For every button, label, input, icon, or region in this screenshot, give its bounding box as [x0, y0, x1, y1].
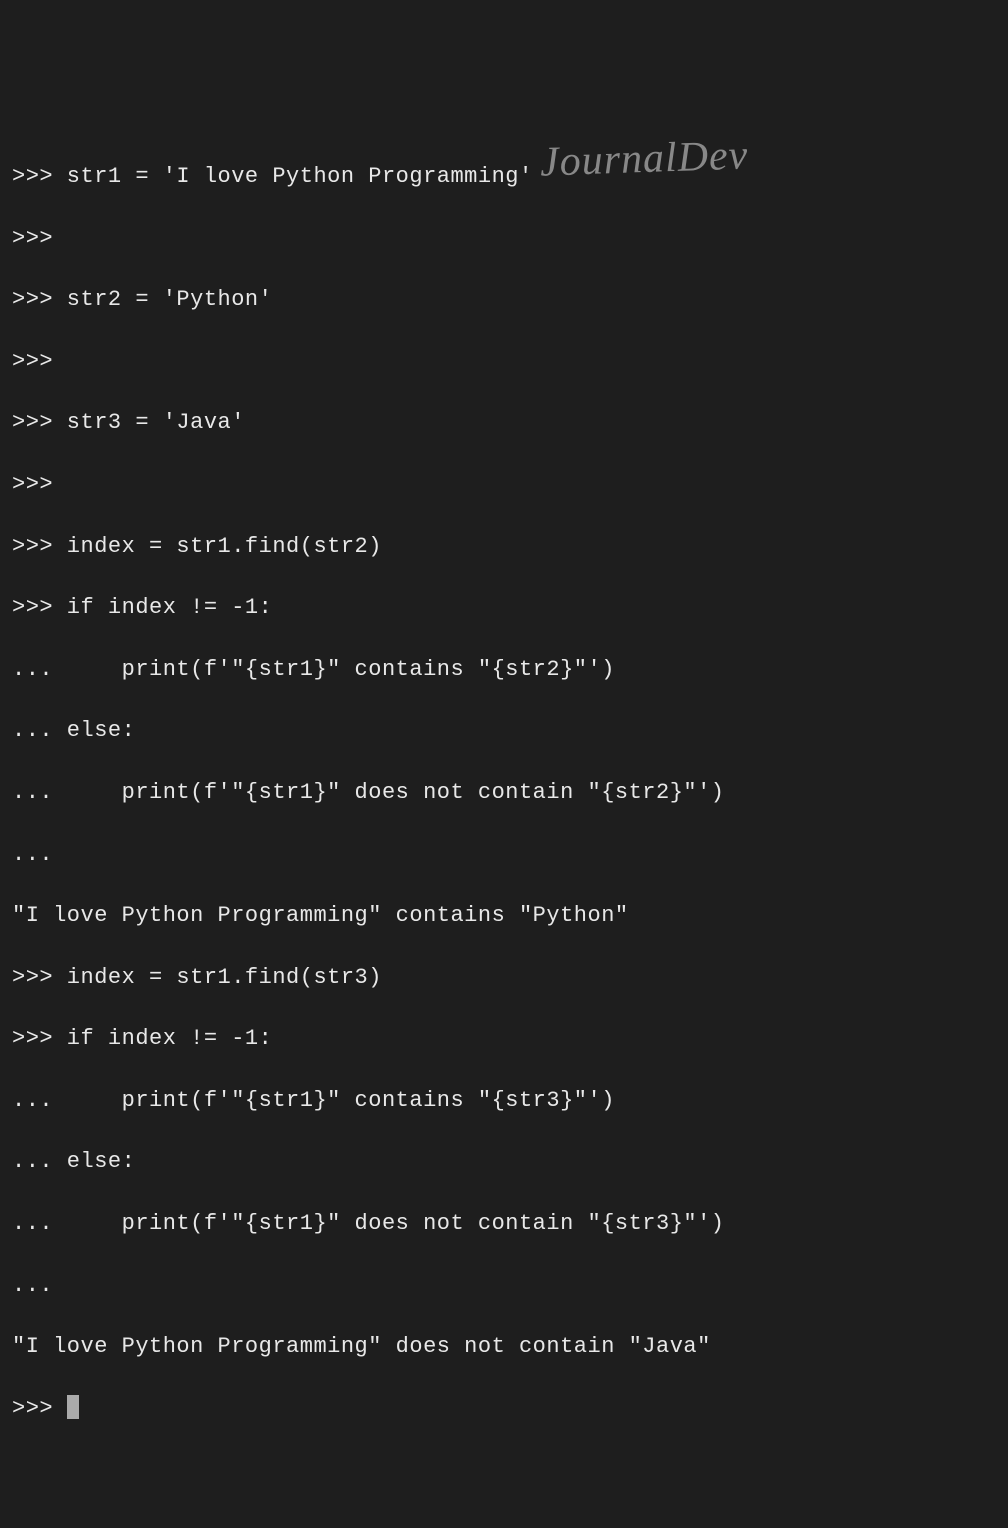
- code-line: >>>: [12, 347, 996, 378]
- code-line: ... else:: [12, 1147, 996, 1178]
- prompt-text: >>>: [12, 1396, 67, 1421]
- watermark-text: JournalDev: [539, 126, 749, 192]
- code-line: >>> if index != -1:: [12, 593, 996, 624]
- cursor-icon: [67, 1395, 79, 1419]
- output-line: "I love Python Programming" contains "Py…: [12, 901, 996, 932]
- code-line: >>>: [12, 470, 996, 501]
- code-line: ... print(f'"{str1}" contains "{str2}"'): [12, 655, 996, 686]
- code-line: >>>: [12, 224, 996, 255]
- code-line: ... print(f'"{str1}" does not contain "{…: [12, 778, 996, 809]
- code-line: ... print(f'"{str1}" contains "{str3}"'): [12, 1086, 996, 1117]
- code-line: >>> index = str1.find(str3): [12, 963, 996, 994]
- code-line: >>> str3 = 'Java': [12, 408, 996, 439]
- code-line: >>> index = str1.find(str2): [12, 532, 996, 563]
- terminal-output: >>> str1 = 'I love Python Programming' >…: [12, 131, 996, 1455]
- prompt-line[interactable]: >>>: [12, 1394, 996, 1425]
- code-line: >>> str1 = 'I love Python Programming': [12, 162, 996, 193]
- code-line: ...: [12, 1271, 996, 1302]
- output-line: "I love Python Programming" does not con…: [12, 1332, 996, 1363]
- code-line: ...: [12, 840, 996, 871]
- code-line: ... print(f'"{str1}" does not contain "{…: [12, 1209, 996, 1240]
- code-line: >>> if index != -1:: [12, 1024, 996, 1055]
- code-line: ... else:: [12, 716, 996, 747]
- code-line: >>> str2 = 'Python': [12, 285, 996, 316]
